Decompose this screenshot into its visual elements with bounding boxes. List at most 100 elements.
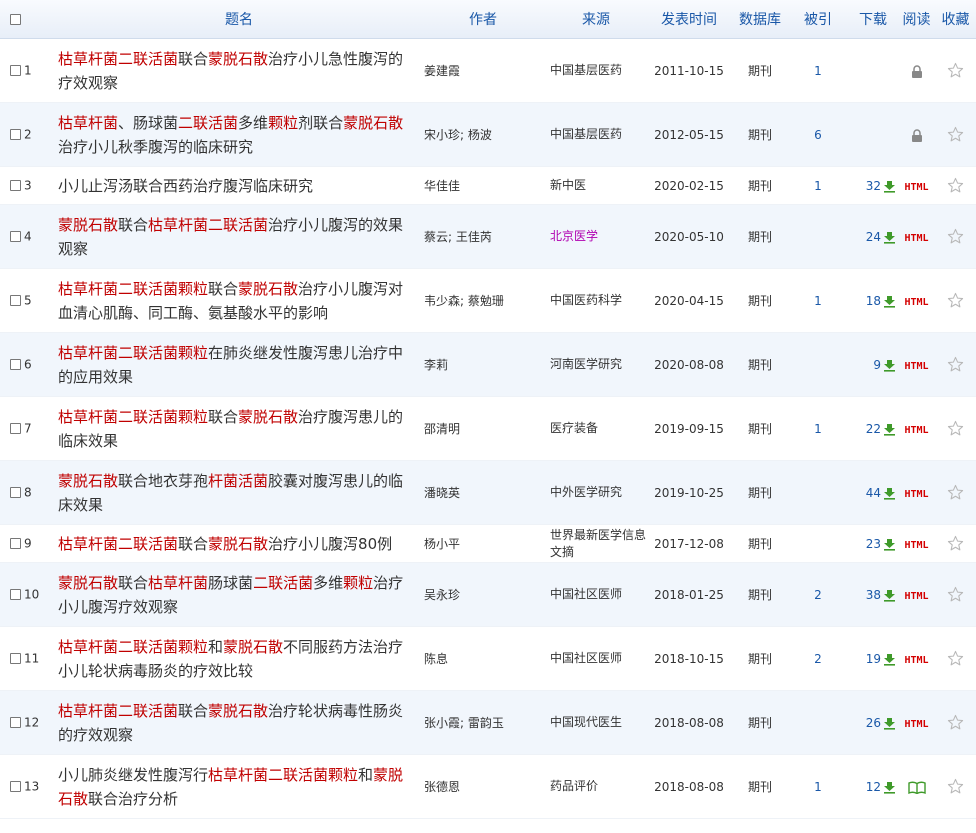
star-icon[interactable] xyxy=(947,177,964,194)
author-link[interactable]: 蔡云; 王佳芮 xyxy=(420,204,546,269)
author-link[interactable]: 杨小平 xyxy=(420,524,546,563)
author-link[interactable]: 李莉 xyxy=(420,332,546,397)
article-title-link[interactable]: 枯草杆菌二联活菌颗粒在肺炎继发性腹泻患儿治疗中的应用效果 xyxy=(58,344,403,386)
article-title-link[interactable]: 枯草杆菌二联活菌联合蒙脱石散治疗轮状病毒性肠炎的疗效观察 xyxy=(58,702,403,744)
download-icon[interactable] xyxy=(883,231,896,244)
source-link[interactable]: 中国现代医生 xyxy=(546,690,646,755)
source-link[interactable]: 中国社区医师 xyxy=(546,626,646,691)
row-checkbox[interactable] xyxy=(10,717,21,729)
author-link[interactable]: 韦少森; 蔡勉珊 xyxy=(420,268,546,333)
citation-count[interactable]: 1 xyxy=(788,38,848,103)
citation-count[interactable]: 2 xyxy=(788,562,848,627)
header-date[interactable]: 发表时间 xyxy=(646,0,732,39)
download-icon[interactable] xyxy=(883,781,896,794)
html-read-link[interactable]: HTML xyxy=(904,182,928,193)
article-title-link[interactable]: 小儿肺炎继发性腹泻行枯草杆菌二联活菌颗粒和蒙脱石散联合治疗分析 xyxy=(58,766,403,808)
header-db[interactable]: 数据库 xyxy=(732,0,788,39)
citation-count[interactable] xyxy=(788,690,848,755)
html-read-link[interactable]: HTML xyxy=(904,655,928,666)
download-icon[interactable] xyxy=(883,653,896,666)
row-checkbox[interactable] xyxy=(10,180,21,192)
row-checkbox[interactable] xyxy=(10,423,21,435)
citation-count[interactable]: 1 xyxy=(788,166,848,205)
row-checkbox[interactable] xyxy=(10,781,21,793)
header-cite[interactable]: 被引 xyxy=(788,0,848,39)
html-read-link[interactable]: HTML xyxy=(904,361,928,372)
html-read-link[interactable]: HTML xyxy=(904,719,928,730)
article-title-link[interactable]: 蒙脱石散联合地衣芽孢杆菌活菌胶囊对腹泻患儿的临床效果 xyxy=(58,472,403,514)
row-checkbox[interactable] xyxy=(10,487,21,499)
article-title-link[interactable]: 枯草杆菌二联活菌颗粒联合蒙脱石散治疗腹泻患儿的临床效果 xyxy=(58,408,403,450)
star-icon[interactable] xyxy=(947,126,964,143)
author-link[interactable]: 华佳佳 xyxy=(420,166,546,205)
citation-count[interactable]: 2 xyxy=(788,626,848,691)
html-read-link[interactable]: HTML xyxy=(904,489,928,500)
download-icon[interactable] xyxy=(883,180,896,193)
row-checkbox[interactable] xyxy=(10,231,21,243)
author-link[interactable]: 邵清明 xyxy=(420,396,546,461)
star-icon[interactable] xyxy=(947,650,964,667)
download-icon[interactable] xyxy=(883,487,896,500)
author-link[interactable]: 潘晓英 xyxy=(420,460,546,525)
author-link[interactable]: 姜建霞 xyxy=(420,38,546,103)
html-read-link[interactable]: HTML xyxy=(904,425,928,436)
header-title[interactable]: 题名 xyxy=(58,0,420,39)
citation-count[interactable]: 1 xyxy=(788,754,848,819)
row-checkbox[interactable] xyxy=(10,538,21,550)
star-icon[interactable] xyxy=(947,535,964,552)
source-link[interactable]: 新中医 xyxy=(546,166,646,205)
author-link[interactable]: 吴永珍 xyxy=(420,562,546,627)
star-icon[interactable] xyxy=(947,714,964,731)
source-link[interactable]: 世界最新医学信息文摘 xyxy=(546,524,646,563)
source-link[interactable]: 中国基层医药 xyxy=(546,102,646,167)
download-icon[interactable] xyxy=(883,359,896,372)
article-title-link[interactable]: 枯草杆菌二联活菌联合蒙脱石散治疗小儿腹泻80例 xyxy=(58,535,392,553)
source-link[interactable]: 中国社区医师 xyxy=(546,562,646,627)
download-icon[interactable] xyxy=(883,423,896,436)
html-read-link[interactable]: HTML xyxy=(904,297,928,308)
article-title-link[interactable]: 枯草杆菌二联活菌颗粒和蒙脱石散不同服药方法治疗小儿轮状病毒肠炎的疗效比较 xyxy=(58,638,403,680)
row-checkbox[interactable] xyxy=(10,295,21,307)
article-title-link[interactable]: 枯草杆菌、肠球菌二联活菌多维颗粒剂联合蒙脱石散治疗小儿秋季腹泻的临床研究 xyxy=(58,114,403,156)
row-checkbox[interactable] xyxy=(10,65,21,77)
star-icon[interactable] xyxy=(947,420,964,437)
source-link[interactable]: 中国基层医药 xyxy=(546,38,646,103)
star-icon[interactable] xyxy=(947,586,964,603)
star-icon[interactable] xyxy=(947,62,964,79)
source-link[interactable]: 河南医学研究 xyxy=(546,332,646,397)
html-read-link[interactable]: HTML xyxy=(904,233,928,244)
source-link[interactable]: 中外医学研究 xyxy=(546,460,646,525)
citation-count[interactable] xyxy=(788,204,848,269)
citation-count[interactable] xyxy=(788,524,848,563)
citation-count[interactable]: 1 xyxy=(788,268,848,333)
select-all-checkbox[interactable] xyxy=(10,13,21,25)
author-link[interactable]: 陈息 xyxy=(420,626,546,691)
download-icon[interactable] xyxy=(883,295,896,308)
author-link[interactable]: 张德恩 xyxy=(420,754,546,819)
star-icon[interactable] xyxy=(947,292,964,309)
html-read-link[interactable]: HTML xyxy=(904,540,928,551)
star-icon[interactable] xyxy=(947,356,964,373)
citation-count[interactable] xyxy=(788,332,848,397)
row-checkbox[interactable] xyxy=(10,129,21,141)
article-title-link[interactable]: 枯草杆菌二联活菌联合蒙脱石散治疗小儿急性腹泻的疗效观察 xyxy=(58,50,403,92)
header-download[interactable]: 下载 xyxy=(848,0,898,39)
article-title-link[interactable]: 蒙脱石散联合枯草杆菌二联活菌治疗小儿腹泻的效果观察 xyxy=(58,216,403,258)
download-icon[interactable] xyxy=(883,538,896,551)
citation-count[interactable] xyxy=(788,460,848,525)
citation-count[interactable]: 6 xyxy=(788,102,848,167)
source-link[interactable]: 医疗装备 xyxy=(546,396,646,461)
author-link[interactable]: 张小霞; 雷韵玉 xyxy=(420,690,546,755)
article-title-link[interactable]: 小儿止泻汤联合西药治疗腹泻临床研究 xyxy=(58,177,313,195)
download-icon[interactable] xyxy=(883,589,896,602)
source-link[interactable]: 中国医药科学 xyxy=(546,268,646,333)
row-checkbox[interactable] xyxy=(10,359,21,371)
html-read-link[interactable]: HTML xyxy=(904,591,928,602)
header-author[interactable]: 作者 xyxy=(420,0,546,39)
header-source[interactable]: 来源 xyxy=(546,0,646,39)
row-checkbox[interactable] xyxy=(10,653,21,665)
citation-count[interactable]: 1 xyxy=(788,396,848,461)
star-icon[interactable] xyxy=(947,484,964,501)
row-checkbox[interactable] xyxy=(10,589,21,601)
download-icon[interactable] xyxy=(883,717,896,730)
